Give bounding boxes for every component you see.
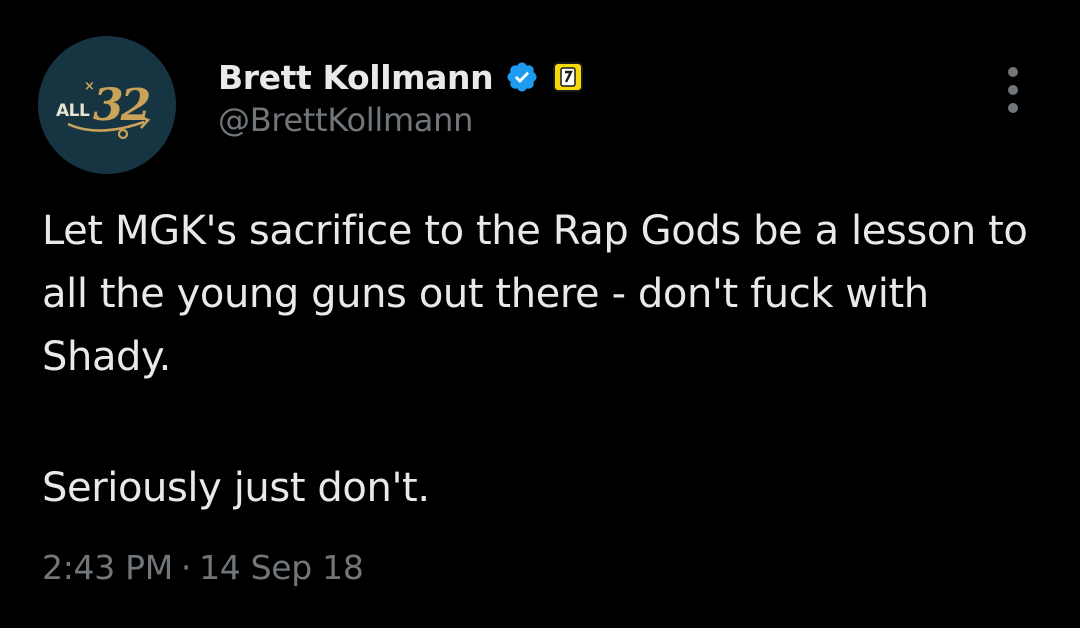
tweet-text: Let MGK's sacrifice to the Rap Gods be a… — [42, 208, 1040, 380]
all32-logo: × ALL 32 — [38, 36, 176, 174]
tweet-text-second-paragraph: Seriously just don't. — [42, 465, 430, 511]
affiliate-badge-icon[interactable] — [553, 62, 584, 92]
tweet-time[interactable]: 2:43 PM — [42, 548, 173, 587]
svg-text:ALL: ALL — [56, 101, 90, 121]
meta-separator: · — [180, 548, 192, 587]
tweet-date[interactable]: 14 Sep 18 — [199, 548, 364, 587]
tweet: × ALL 32 Brett Kollmann @BrettKollmann L… — [0, 0, 1080, 628]
author-display-name[interactable]: Brett Kollmann — [218, 58, 494, 97]
author-name-row: Brett Kollmann — [218, 53, 584, 101]
avatar[interactable]: × ALL 32 — [38, 36, 176, 174]
author-handle[interactable]: @BrettKollmann — [218, 101, 473, 139]
tweet-timestamp[interactable]: 2:43 PM · 14 Sep 18 — [42, 540, 364, 596]
more-vertical-icon[interactable] — [996, 62, 1030, 118]
verified-badge-icon[interactable] — [505, 60, 539, 94]
